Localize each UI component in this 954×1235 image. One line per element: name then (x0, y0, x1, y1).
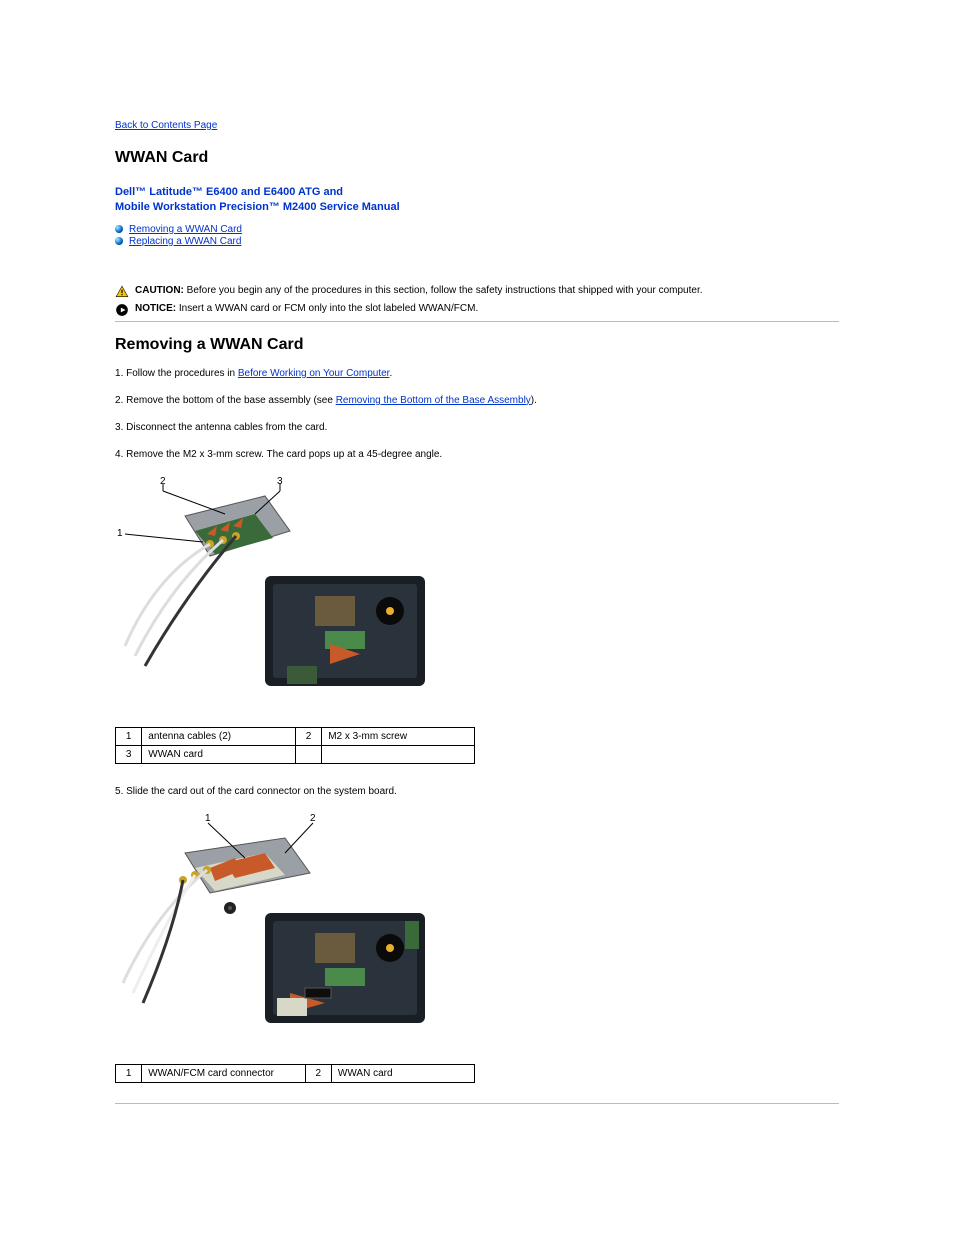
t1-r2-n2 (295, 745, 321, 763)
notice-body: Insert a WWAN card or FCM only into the … (179, 303, 478, 314)
notice-icon (115, 303, 129, 317)
svg-text:1: 1 (205, 813, 211, 824)
toc-link-replacing[interactable]: Replacing a WWAN Card (129, 236, 241, 247)
t1-r1-c2: M2 x 3-mm screw (322, 727, 475, 745)
step-1: Follow the procedures in Before Working … (115, 366, 839, 381)
divider-bottom (115, 1103, 839, 1104)
caution-label: CAUTION: (135, 285, 184, 296)
step-2-text-a: Remove the bottom of the base assembly (… (126, 395, 336, 406)
removing-steps: Follow the procedures in Before Working … (115, 366, 839, 462)
back-to-contents-link[interactable]: Back to Contents Page (115, 120, 217, 131)
doc-title-block: Dell™ Latitude™ E6400 and E6400 ATG and … (115, 185, 839, 216)
bullet-icon (115, 237, 123, 245)
divider (115, 321, 839, 322)
figure-2: 1 2 (115, 813, 839, 1056)
t2-r1-c1: WWAN/FCM card connector (142, 1064, 305, 1082)
svg-text:1: 1 (117, 528, 123, 539)
doc-title-line2: Mobile Workstation Precision™ M2400 Serv… (115, 200, 839, 215)
notice-block: NOTICE: Insert a WWAN card or FCM only i… (115, 303, 839, 317)
caution-block: CAUTION: Before you begin any of the pro… (115, 285, 839, 299)
t2-r1-n2: 2 (305, 1064, 331, 1082)
step-2: Remove the bottom of the base assembly (… (115, 393, 839, 408)
t1-r1-n1: 1 (116, 727, 142, 745)
doc-title-line1: Dell™ Latitude™ E6400 and E6400 ATG and (115, 185, 839, 200)
t1-r1-c1: antenna cables (2) (142, 727, 296, 745)
step-1-text-a: Follow the procedures in (126, 368, 238, 379)
t2-r1-c2: WWAN card (331, 1064, 474, 1082)
svg-text:2: 2 (310, 813, 316, 824)
toc-list: Removing a WWAN Card Replacing a WWAN Ca… (115, 224, 839, 247)
step-1-text-b: . (389, 368, 392, 379)
section-removing-title: Removing a WWAN Card (115, 336, 839, 354)
step-1-link[interactable]: Before Working on Your Computer (238, 368, 390, 379)
svg-text:3: 3 (277, 476, 283, 487)
toc-link-removing[interactable]: Removing a WWAN Card (129, 224, 242, 235)
step-5: Slide the card out of the card connector… (115, 784, 839, 799)
figure-2-callout-table: 1 WWAN/FCM card connector 2 WWAN card (115, 1064, 475, 1083)
t2-r1-n1: 1 (116, 1064, 142, 1082)
figure-1-callout-table: 1 antenna cables (2) 2 M2 x 3-mm screw 3… (115, 727, 475, 764)
caution-icon (115, 285, 129, 299)
t1-r2-c2 (322, 745, 475, 763)
figure-1: 2 3 1 (115, 476, 839, 719)
step-2-link[interactable]: Removing the Bottom of the Base Assembly (336, 395, 531, 406)
caution-body: Before you begin any of the procedures i… (187, 285, 703, 296)
t1-r2-n1: 3 (116, 745, 142, 763)
t1-r1-n2: 2 (295, 727, 321, 745)
step-4: Remove the M2 x 3-mm screw. The card pop… (115, 447, 839, 462)
t1-r2-c1: WWAN card (142, 745, 296, 763)
step-3: Disconnect the antenna cables from the c… (115, 420, 839, 435)
notice-text: NOTICE: Insert a WWAN card or FCM only i… (135, 303, 478, 314)
removing-steps-cont: Slide the card out of the card connector… (115, 784, 839, 799)
notice-label: NOTICE: (135, 303, 176, 314)
caution-text: CAUTION: Before you begin any of the pro… (135, 285, 703, 296)
svg-text:2: 2 (160, 476, 166, 487)
page-heading: WWAN Card (115, 149, 839, 167)
step-2-text-b: ). (531, 395, 537, 406)
bullet-icon (115, 225, 123, 233)
